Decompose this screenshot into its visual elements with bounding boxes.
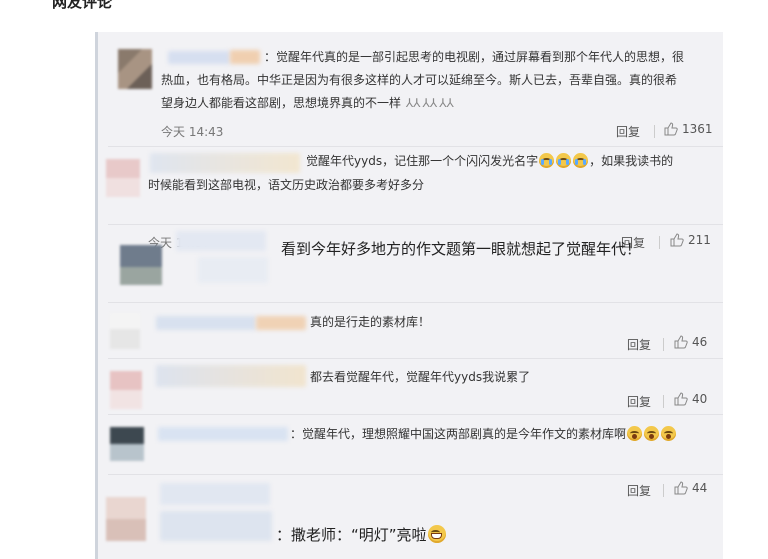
screaming-face-icon [644, 426, 660, 441]
like-button[interactable]: 1361 [664, 122, 713, 136]
separator [663, 395, 664, 408]
like-button[interactable]: 46 [674, 335, 707, 349]
avatar[interactable] [118, 49, 152, 89]
screaming-face-icon [627, 426, 643, 441]
comment-text: ：撒老师：“明灯”亮啦 [276, 525, 576, 545]
avatar[interactable] [110, 313, 140, 349]
comment-text: 都去看觉醒年代，觉醒年代yyds我说累了 [310, 370, 531, 384]
comment-text: 看到今年好多地方的作文题第一眼就想起了觉醒年代！ [281, 240, 642, 258]
username-redacted[interactable] [156, 316, 256, 330]
separator [663, 338, 664, 351]
username-redacted[interactable] [176, 231, 266, 251]
pray-icon: ⅄⅄ [439, 96, 454, 110]
comment-7: ：撒老师：“明灯”亮啦 [98, 475, 723, 559]
comment-line: ：觉醒年代真的是一部引起思考的电视剧，通过屏幕看到那个年代人的思想，很 [264, 50, 685, 64]
comment-text: ：觉醒年代真的是一部引起思考的电视剧，通过屏幕看到那个年代人的思想，很 [264, 46, 714, 68]
avatar[interactable] [120, 245, 162, 285]
username-redacted[interactable] [156, 365, 306, 387]
like-count: 46 [692, 335, 708, 349]
username-redacted[interactable] [168, 51, 230, 64]
crying-face-icon [573, 153, 589, 168]
pray-icon: ⅄⅄ [422, 96, 438, 110]
like-count: 40 [692, 392, 708, 406]
comment-line: 望身边人都能看这部剧，思想境界真的不一样 [161, 96, 402, 110]
comment-1: ：觉醒年代真的是一部引起思考的电视剧，通过屏幕看到那个年代人的思想，很 热血，也… [98, 32, 723, 147]
comment-line: 觉醒年代yyds，记住那一个个闪闪发光名字 [306, 154, 539, 168]
grinning-face-icon [427, 525, 446, 543]
avatar[interactable] [110, 371, 142, 409]
comment-line: ，如果我读书的 [589, 154, 674, 168]
comment-4: 真的是行走的素材库！ 回复 46 [98, 303, 723, 357]
avatar[interactable] [110, 427, 144, 461]
comment-time: 今天 14:43 [161, 125, 224, 139]
comment-line: 时候能看到这部电视，语文历史政治都要多考好多分 [148, 178, 425, 192]
comment-text: 时候能看到这部电视，语文历史政治都要多考好多分 [148, 174, 708, 196]
crying-face-icon [556, 153, 572, 168]
like-button[interactable]: 40 [674, 392, 707, 406]
comments-panel: ：觉醒年代真的是一部引起思考的电视剧，通过屏幕看到那个年代人的思想，很 热血，也… [95, 32, 723, 559]
username-redacted[interactable] [230, 50, 260, 64]
thumbs-up-icon [664, 122, 678, 136]
page-heading: 网友评论 [52, 0, 113, 11]
comment-line: 热血，也有格局。中华正是因为有很多这样的人才可以延绵至今。斯人已去，吾辈自强。真… [161, 73, 678, 87]
comment-text: 真的是行走的素材库！ [310, 315, 431, 329]
username-redacted[interactable] [150, 153, 300, 173]
username-redacted[interactable] [158, 427, 288, 441]
screaming-face-icon [661, 426, 677, 441]
username-redacted[interactable] [256, 316, 306, 330]
comment-text: 热血，也有格局。中华正是因为有很多这样的人才可以延绵至今。斯人已去，吾辈自强。真… [161, 69, 721, 91]
reply-button[interactable]: 回复 [627, 393, 651, 410]
comment-line: ：撒老师：“明灯”亮啦 [276, 526, 427, 544]
username-redacted[interactable] [198, 257, 268, 283]
comment-6: ：觉醒年代，理想照耀中国这两部剧真的是今年作文的素材库啊 回复 44 [98, 415, 723, 498]
avatar[interactable] [106, 159, 140, 197]
pray-icon: ⅄⅄ [405, 96, 421, 110]
username-redacted[interactable] [160, 483, 270, 505]
like-count: 1361 [682, 122, 713, 136]
comment-2: 觉醒年代yyds，记住那一个个闪闪发光名字 ，如果我读书的 时候能看到这部电视，语… [98, 147, 726, 250]
separator [654, 125, 655, 138]
crying-face-icon [539, 153, 555, 168]
thumbs-up-icon [674, 335, 688, 349]
comment-text: ：觉醒年代，理想照耀中国这两部剧真的是今年作文的素材库啊 [290, 423, 720, 445]
comment-line: ：觉醒年代，理想照耀中国这两部剧真的是今年作文的素材库啊 [290, 427, 627, 441]
comment-text: 望身边人都能看这部剧，思想境界真的不一样 ⅄⅄ ⅄⅄ ⅄⅄ [161, 92, 721, 114]
comment-5: 都去看觉醒年代，觉醒年代yyds我说累了 回复 40 [98, 359, 723, 415]
thumbs-up-icon [674, 392, 688, 406]
username-redacted[interactable] [160, 511, 272, 541]
comment-3: 看到今年好多地方的作文题第一眼就想起了觉醒年代！ [98, 225, 723, 303]
comment-text: 觉醒年代yyds，记住那一个个闪闪发光名字 ，如果我读书的 [306, 150, 726, 172]
reply-button[interactable]: 回复 [627, 336, 651, 353]
reply-button[interactable]: 回复 [616, 123, 640, 140]
avatar[interactable] [106, 497, 146, 541]
